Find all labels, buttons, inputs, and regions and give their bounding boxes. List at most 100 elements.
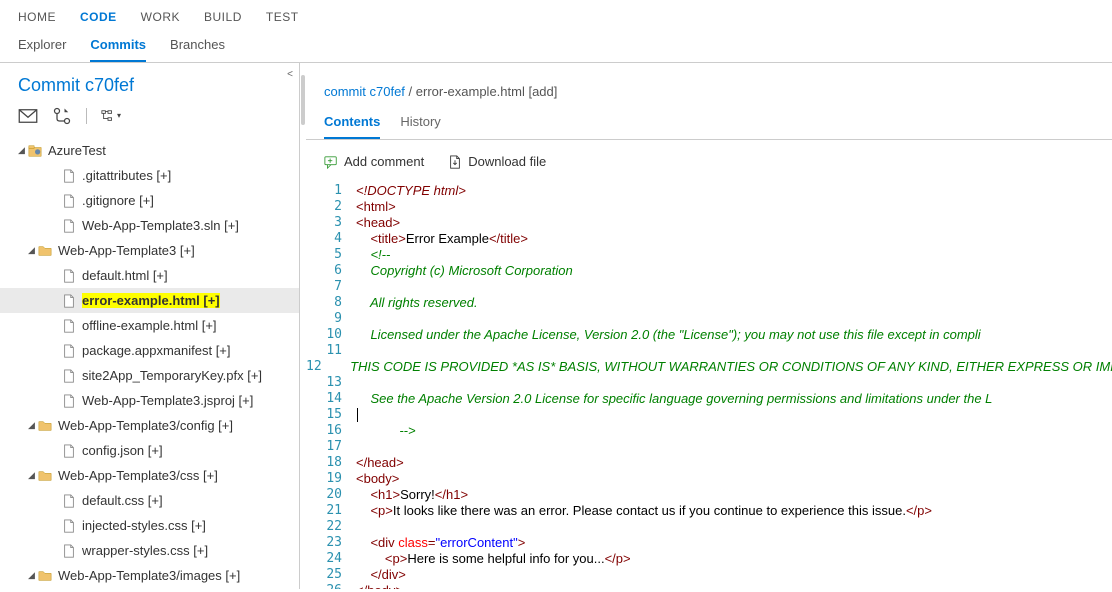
line-number: 25 xyxy=(306,567,356,583)
code-text: <p>Here is some helpful info for you...<… xyxy=(356,551,631,567)
topnav-code[interactable]: CODE xyxy=(80,10,117,24)
branch-compare-icon[interactable] xyxy=(52,106,72,126)
tree-file-site2App-TemporaryKey-pfx[interactable]: site2App_TemporaryKey.pfx [+] xyxy=(0,363,299,388)
breadcrumb-commit-link[interactable]: commit c70fef xyxy=(324,84,405,99)
line-number: 8 xyxy=(306,295,356,311)
tree-file--gitattributes[interactable]: .gitattributes [+] xyxy=(0,163,299,188)
tree-file-Web-App-Template3-jsproj[interactable]: Web-App-Template3.jsproj [+] xyxy=(0,388,299,413)
file-icon xyxy=(62,369,80,383)
topnav-test[interactable]: TEST xyxy=(266,10,299,24)
code-text: </head> xyxy=(356,455,404,471)
subnav-explorer[interactable]: Explorer xyxy=(18,37,66,62)
download-file-button[interactable]: Download file xyxy=(448,154,546,169)
tree-item-label: default.html [+] xyxy=(82,268,168,283)
sidebar: < Commit c70fef ▾ ◢AzureTest.gitattribut… xyxy=(0,63,300,589)
line-number: 20 xyxy=(306,487,356,503)
tree-folder-Web-App-Template3-config[interactable]: ◢ Web-App-Template3/config [+] xyxy=(0,413,299,438)
tree-file-config-json[interactable]: config.json [+] xyxy=(0,438,299,463)
topnav-build[interactable]: BUILD xyxy=(204,10,242,24)
tree-folder-AzureTest[interactable]: ◢ AzureTest xyxy=(0,138,299,163)
tree-folder-Web-App-Template3-css[interactable]: ◢Web-App-Template3/css [+] xyxy=(0,463,299,488)
tree-file-default-html[interactable]: default.html [+] xyxy=(0,263,299,288)
main-layout: < Commit c70fef ▾ ◢AzureTest.gitattribut… xyxy=(0,63,1112,589)
line-number: 10 xyxy=(306,327,356,343)
code-text: <div class="errorContent"> xyxy=(356,535,525,551)
tree-file-injected-styles-css[interactable]: injected-styles.css [+] xyxy=(0,513,299,538)
tree-file-package-appxmanifest[interactable]: package.appxmanifest [+] xyxy=(0,338,299,363)
code-line: 15 xyxy=(306,407,1112,423)
tab-history[interactable]: History xyxy=(400,114,440,139)
code-line: 6 Copyright (c) Microsoft Corporation xyxy=(306,263,1112,279)
expand-icon[interactable]: ◢ xyxy=(18,145,28,156)
add-comment-button[interactable]: Add comment xyxy=(324,154,424,169)
expand-icon[interactable]: ◢ xyxy=(28,470,38,481)
expand-icon[interactable]: ◢ xyxy=(28,420,38,431)
code-text: <h1>Sorry!</h1> xyxy=(356,487,468,503)
collapse-sidebar-icon[interactable]: < xyxy=(287,69,293,80)
tree-file-Web-App-Template3-sln[interactable]: Web-App-Template3.sln [+] xyxy=(0,213,299,238)
line-number: 17 xyxy=(306,439,356,455)
code-line: 25 </div> xyxy=(306,567,1112,583)
tree-item-label: AzureTest xyxy=(48,143,106,158)
code-text: <!-- xyxy=(356,247,390,263)
expand-icon[interactable]: ◢ xyxy=(28,570,38,581)
content-tabs: Contents History xyxy=(306,108,1112,140)
tree-item-label: wrapper-styles.css [+] xyxy=(82,543,208,558)
tree-folder-Web-App-Template3[interactable]: ◢ Web-App-Template3 [+] xyxy=(0,238,299,263)
download-label: Download file xyxy=(468,154,546,169)
folder-icon xyxy=(38,569,56,583)
tree-item-label: config.json [+] xyxy=(82,443,163,458)
code-line: 10 Licensed under the Apache License, Ve… xyxy=(306,327,1112,343)
line-number: 22 xyxy=(306,519,356,535)
file-icon xyxy=(62,444,80,458)
line-number: 16 xyxy=(306,423,356,439)
tree-item-label: Web-App-Template3/config [+] xyxy=(58,418,233,433)
tree-file--gitignore[interactable]: .gitignore [+] xyxy=(0,188,299,213)
code-line: 1<!DOCTYPE html> xyxy=(306,183,1112,199)
line-number: 18 xyxy=(306,455,356,471)
code-line: 3<head> xyxy=(306,215,1112,231)
folder-icon xyxy=(38,244,56,258)
tree-file-offline-example-html[interactable]: offline-example.html [+] xyxy=(0,313,299,338)
topnav-work[interactable]: WORK xyxy=(141,10,180,24)
tree-item-label: Web-App-Template3 [+] xyxy=(58,243,195,258)
tree-item-label: Web-App-Template3/images [+] xyxy=(58,568,240,583)
tab-contents[interactable]: Contents xyxy=(324,114,380,139)
code-text: See the Apache Version 2.0 License for s… xyxy=(356,391,992,407)
line-number: 12 xyxy=(306,359,336,375)
add-comment-label: Add comment xyxy=(344,154,424,169)
mail-icon[interactable] xyxy=(18,106,38,126)
code-view[interactable]: 1<!DOCTYPE html>2<html>3<head>4 <title>E… xyxy=(306,179,1112,589)
code-line: 12 THIS CODE IS PROVIDED *AS IS* BASIS, … xyxy=(306,359,1112,375)
subnav-commits[interactable]: Commits xyxy=(90,37,146,62)
tree-folder-Web-App-Template3-images[interactable]: ◢ Web-App-Template3/images [+] xyxy=(0,563,299,588)
file-icon xyxy=(62,194,80,208)
folder-icon xyxy=(38,419,56,433)
code-text: Copyright (c) Microsoft Corporation xyxy=(356,263,573,279)
code-line: 21 <p>It looks like there was an error. … xyxy=(306,503,1112,519)
sidebar-toolbar: ▾ xyxy=(0,106,299,138)
tree-file-default-css[interactable]: default.css [+] xyxy=(0,488,299,513)
tree-file-error-example-html[interactable]: error-example.html [+] xyxy=(0,288,299,313)
line-number: 21 xyxy=(306,503,356,519)
line-number: 11 xyxy=(306,343,356,359)
code-line: 26</body> xyxy=(306,583,1112,589)
tree-view-icon[interactable]: ▾ xyxy=(101,109,121,123)
tree-item-label: default.css [+] xyxy=(82,493,163,508)
code-text: <html> xyxy=(356,199,396,215)
line-number: 5 xyxy=(306,247,356,263)
code-line: 16 --> xyxy=(306,423,1112,439)
code-line: 5 <!-- xyxy=(306,247,1112,263)
file-icon xyxy=(62,519,80,533)
subnav-branches[interactable]: Branches xyxy=(170,37,225,62)
file-tree: ◢ AzureTest .gitattributes [+].gitignore [… xyxy=(0,138,299,589)
expand-icon[interactable]: ◢ xyxy=(28,245,38,256)
topnav-home[interactable]: HOME xyxy=(18,10,56,24)
tree-file-wrapper-styles-css[interactable]: wrapper-styles.css [+] xyxy=(0,538,299,563)
add-comment-icon xyxy=(324,155,338,169)
tree-item-label: Web-App-Template3.sln [+] xyxy=(82,218,239,233)
code-line: 17 xyxy=(306,439,1112,455)
code-line: 24 <p>Here is some helpful info for you.… xyxy=(306,551,1112,567)
code-line: 9 xyxy=(306,311,1112,327)
file-icon xyxy=(62,544,80,558)
